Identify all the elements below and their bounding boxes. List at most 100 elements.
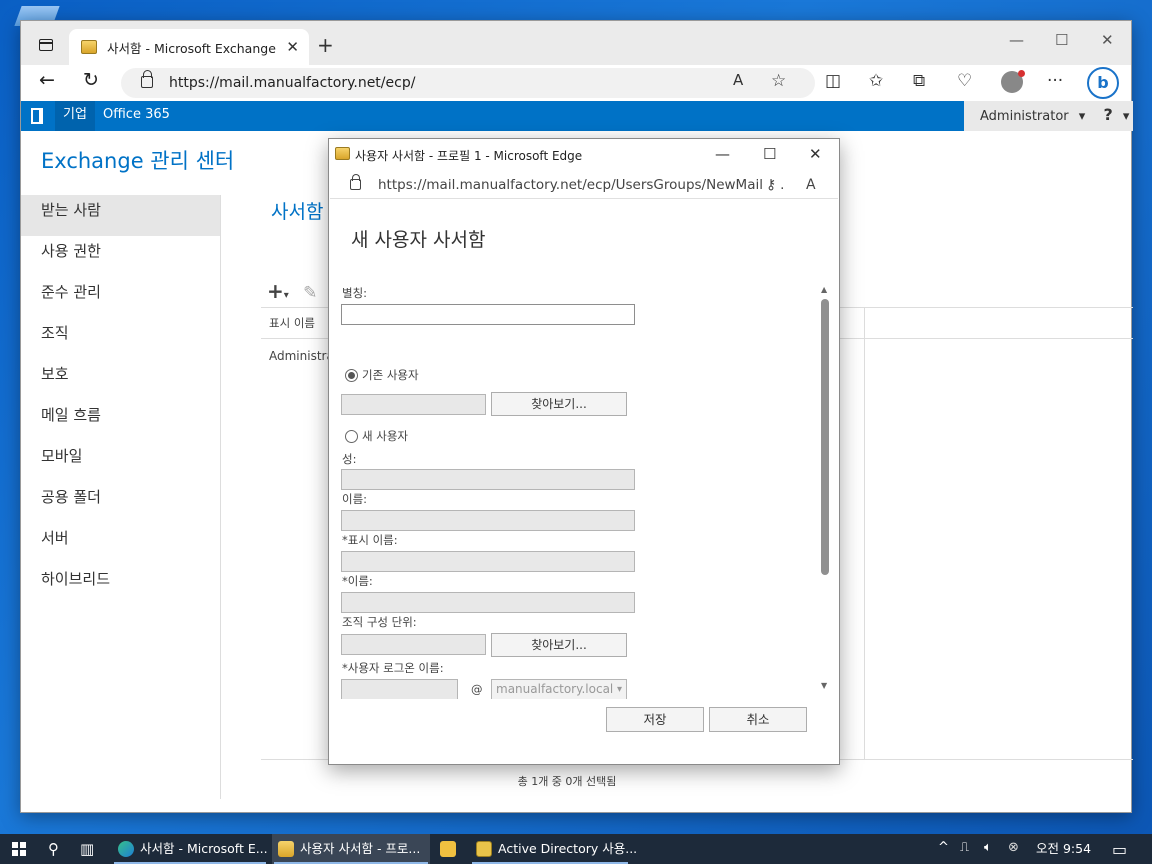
active-directory-icon <box>476 841 492 857</box>
ou-browse-button[interactable]: 찾아보기... <box>491 633 627 657</box>
nav-compliance[interactable]: 준수 관리 <box>21 277 220 318</box>
help-icon[interactable]: ? <box>1103 105 1112 124</box>
first-name-input[interactable] <box>341 510 635 531</box>
nav-public-folders[interactable]: 공용 폴더 <box>21 482 220 523</box>
radio-empty-icon <box>345 429 358 443</box>
tab-actions-icon[interactable] <box>31 34 59 58</box>
section-title: 사서함 <box>271 201 324 223</box>
table-row[interactable]: Administra <box>269 349 334 363</box>
volume-muted-icon[interactable]: 🔈︎ <box>984 840 992 855</box>
nav-hybrid[interactable]: 하이브리드 <box>21 564 220 605</box>
address-bar-row: ← ↻ https://mail.manualfactory.net/ecp/ … <box>21 65 1131 101</box>
name-input[interactable] <box>341 592 635 613</box>
minimize-button[interactable]: — <box>1009 31 1024 49</box>
last-name-input[interactable] <box>341 469 635 490</box>
first-name-label: 이름: <box>342 492 368 506</box>
browser-essentials-icon[interactable]: ♡ <box>957 71 972 91</box>
search-icon[interactable]: ⚲ <box>48 840 59 858</box>
popup-favicon-icon <box>335 147 350 160</box>
grid-divider <box>864 307 865 759</box>
new-mailbox-popup: 사용자 사서함 - 프로필 1 - Microsoft Edge — ☐ ✕ h… <box>328 138 840 765</box>
save-button[interactable]: 저장 <box>606 707 704 732</box>
popup-minimize-button[interactable]: — <box>715 145 730 163</box>
window-close-button[interactable]: ✕ <box>1101 31 1114 49</box>
last-name-label: 성: <box>342 452 357 466</box>
add-caret-icon[interactable]: ▾ <box>284 290 289 301</box>
nav-servers[interactable]: 서버 <box>21 523 220 564</box>
bing-icon[interactable]: b <box>1087 67 1119 99</box>
nav-permissions[interactable]: 사용 권한 <box>21 236 220 277</box>
taskbar-app-label: Active Directory 사용... <box>498 841 638 856</box>
back-arrow-icon[interactable]: ← <box>39 69 55 91</box>
add-icon[interactable]: + <box>267 279 284 303</box>
help-caret-icon[interactable]: ▾ <box>1123 109 1130 124</box>
read-aloud-icon[interactable]: A <box>733 71 743 89</box>
popup-address-bar[interactable]: https://mail.manualfactory.net/ecp/Users… <box>330 171 838 199</box>
form-heading: 새 사용자 사서함 <box>351 229 486 251</box>
nav-recipients[interactable]: 받는 사람 <box>21 195 220 236</box>
cancel-button[interactable]: 취소 <box>709 707 807 732</box>
display-name-input[interactable] <box>341 551 635 572</box>
nav-mail-flow[interactable]: 메일 흐름 <box>21 400 220 441</box>
edit-pencil-icon[interactable]: ✎ <box>303 283 317 303</box>
popup-maximize-button[interactable]: ☐ <box>763 145 776 163</box>
key-icon[interactable]: ⚷ <box>762 171 781 198</box>
existing-user-input[interactable] <box>341 394 486 415</box>
nav-protection[interactable]: 보호 <box>21 359 220 400</box>
domain-select[interactable]: manualfactory.local ▾ <box>491 679 627 699</box>
tab-close-icon[interactable]: ✕ <box>286 38 299 56</box>
radio-selected-icon <box>345 368 358 382</box>
taskbar-app-explorer[interactable] <box>434 834 466 864</box>
new-user-radio[interactable]: 새 사용자 <box>345 428 408 444</box>
task-view-icon[interactable]: ▥ <box>80 840 94 858</box>
taskbar-app-edge-popup[interactable]: 사용자 사서함 - 프로... <box>272 834 430 864</box>
list-toolbar: +▾ ✎ <box>267 279 317 303</box>
maximize-button[interactable]: ☐ <box>1055 31 1068 49</box>
collections-icon[interactable]: ⧉ <box>913 71 925 91</box>
refresh-icon[interactable]: ↻ <box>83 69 99 91</box>
taskbar: ⚲ ▥ 사서함 - Microsoft E... 사용자 사서함 - 프로...… <box>0 834 1152 864</box>
windows-start-icon[interactable] <box>12 842 26 856</box>
logon-input[interactable] <box>341 679 458 699</box>
profile-avatar-icon[interactable] <box>1001 70 1025 93</box>
tray-expand-icon[interactable]: ^ <box>938 840 949 855</box>
admin-menu[interactable]: Administrator ▾ ? ▾ <box>964 101 1133 131</box>
nav-organization[interactable]: 조직 <box>21 318 220 359</box>
lock-icon <box>350 174 361 190</box>
more-icon[interactable]: ··· <box>1047 71 1063 91</box>
ou-label: 조직 구성 단위: <box>342 615 417 629</box>
browse-button[interactable]: 찾아보기... <box>491 392 627 416</box>
enterprise-link[interactable]: 기업 <box>55 101 95 131</box>
selection-status: 총 1개 중 0개 선택됨 <box>517 775 617 788</box>
split-screen-icon[interactable]: ◫ <box>825 71 841 91</box>
admin-caret-icon: ▾ <box>1078 109 1086 124</box>
scroll-thumb[interactable] <box>821 299 829 575</box>
popup-close-button[interactable]: ✕ <box>809 145 822 163</box>
notification-error-icon[interactable]: ⊗ <box>1008 840 1019 855</box>
action-center-icon[interactable]: ▭ <box>1112 840 1127 859</box>
taskbar-app-active-directory[interactable]: Active Directory 사용... <box>470 834 637 864</box>
clock[interactable]: 오전 9:54 <box>1036 834 1091 864</box>
taskbar-app-label: 사용자 사서함 - 프로... <box>300 841 421 856</box>
alias-input[interactable] <box>341 304 635 325</box>
office-logo-icon[interactable] <box>31 108 43 124</box>
tab-title: 사서함 - Microsoft Exchange <box>107 40 276 56</box>
favorites-icon[interactable]: ✩ <box>869 71 883 91</box>
scroll-up-icon[interactable]: ▲ <box>821 285 827 294</box>
new-tab-button[interactable]: + <box>317 33 334 57</box>
network-icon[interactable]: ⎍ <box>960 840 969 855</box>
page-title: Exchange 관리 센터 <box>41 149 235 173</box>
scroll-down-icon[interactable]: ▼ <box>821 681 827 690</box>
address-bar[interactable]: https://mail.manualfactory.net/ecp/ <box>121 68 815 98</box>
display-name-column[interactable]: 표시 이름 <box>269 316 315 330</box>
browser-tab[interactable]: 사서함 - Microsoft Exchange ✕ <box>69 29 309 65</box>
nav-mobile[interactable]: 모바일 <box>21 441 220 482</box>
ou-input[interactable] <box>341 634 486 655</box>
favorite-star-icon[interactable]: ☆ <box>771 71 786 91</box>
form-scrollbar[interactable]: ▲ ▼ <box>819 285 831 693</box>
office365-link[interactable]: Office 365 <box>103 101 170 129</box>
read-aloud-icon[interactable]: A <box>802 171 820 198</box>
exchange-favicon-icon <box>81 40 97 54</box>
existing-user-radio[interactable]: 기존 사용자 <box>345 367 419 383</box>
taskbar-app-edge-exchange[interactable]: 사서함 - Microsoft E... <box>112 834 268 864</box>
